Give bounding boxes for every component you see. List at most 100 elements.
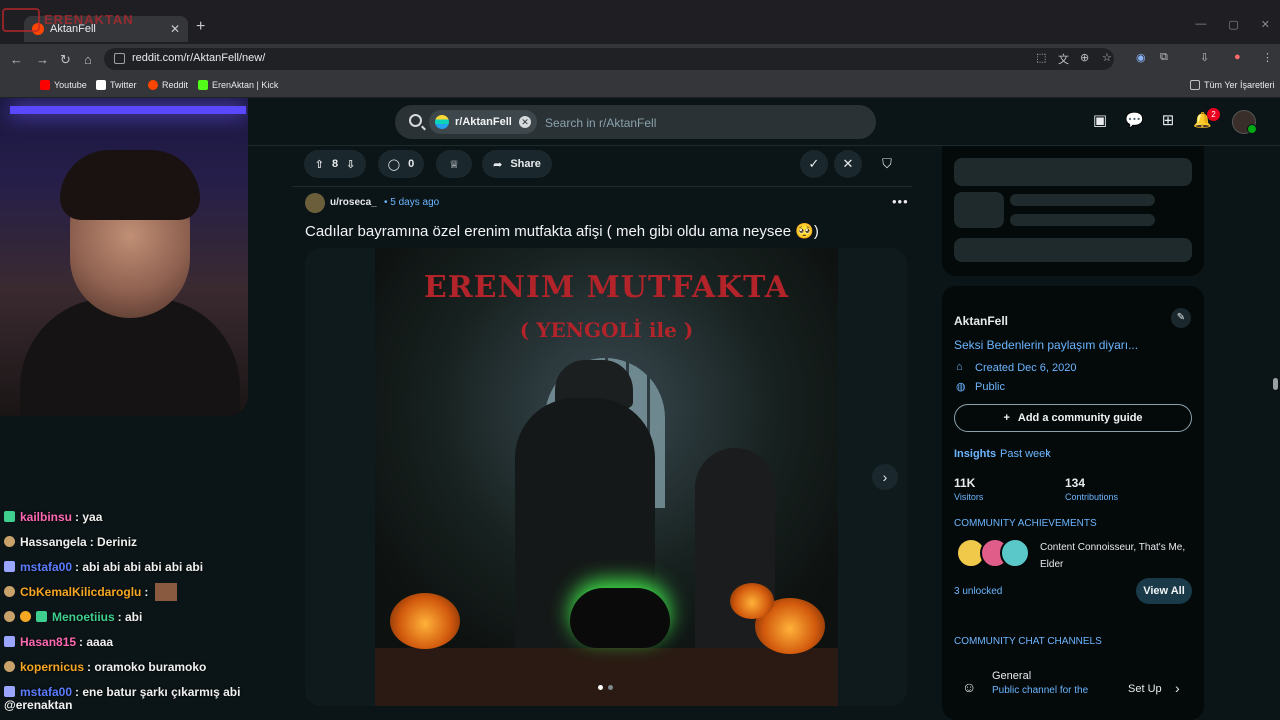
create-post-icon[interactable]: ⊞ xyxy=(1159,112,1177,130)
extensions-puzzle-icon[interactable]: ⧉ xyxy=(1160,51,1168,64)
comments-button[interactable]: ◯ 0 xyxy=(378,150,424,178)
chat-message: : yaa xyxy=(75,509,103,524)
chat-user: mstafa00 xyxy=(20,684,73,699)
translate-icon[interactable]: 文 xyxy=(1058,51,1069,67)
back-icon[interactable]: ← xyxy=(10,52,23,67)
insights-label: Insights xyxy=(954,448,997,460)
bookmark-reddit[interactable]: Reddit xyxy=(148,80,188,90)
bookmark-label: ErenAktan | Kick xyxy=(212,80,279,90)
menu-dots-icon[interactable]: ⋮ xyxy=(1262,51,1273,64)
chat-badge-icon xyxy=(4,661,15,672)
chat-channels-heading: COMMUNITY CHAT CHANNELS xyxy=(954,636,1102,647)
scrollbar[interactable] xyxy=(1270,146,1280,720)
award-button[interactable]: ♕ xyxy=(436,150,472,178)
add-community-guide-button[interactable]: + Add a community guide xyxy=(954,404,1192,432)
chat-badge-icon xyxy=(4,511,15,522)
chat-user: CbKemalKilicdaroglu xyxy=(20,584,142,599)
bookmark-label: Reddit xyxy=(162,80,189,90)
bookmark-youtube[interactable]: Youtube xyxy=(40,80,87,90)
reddit-icon xyxy=(148,80,158,90)
upvote-icon[interactable]: ⇧ xyxy=(315,158,324,171)
community-chip[interactable]: r/AktanFell ✕ xyxy=(429,110,537,134)
skeleton-bar xyxy=(954,158,1192,186)
chat-user: kailbinsu xyxy=(20,509,73,524)
search-input[interactable]: Search in r/AktanFell xyxy=(545,116,656,130)
minimize-icon[interactable]: — xyxy=(1195,18,1206,31)
post-author[interactable]: u/roseca_ xyxy=(330,197,377,208)
streamer-webcam xyxy=(0,98,248,416)
close-window-icon[interactable]: ✕ xyxy=(1261,18,1270,31)
setup-button[interactable]: Set Up xyxy=(1128,683,1162,695)
folder-icon xyxy=(1190,80,1200,90)
bookmark-label: Twitter xyxy=(110,80,137,90)
community-about-card: AktanFell ✎ Seksi Bedenlerin paylaşım di… xyxy=(942,286,1204,720)
cake-icon: ⌂ xyxy=(956,361,963,373)
stream-logo-text: ERENAKTAN xyxy=(44,12,134,27)
achievement-badge-icon[interactable] xyxy=(1000,538,1030,568)
downvote-icon[interactable]: ⇩ xyxy=(346,158,355,171)
extension-icon[interactable]: ◉ xyxy=(1136,51,1146,64)
more-options-icon[interactable]: ••• xyxy=(892,194,909,209)
next-image-button[interactable]: › xyxy=(872,464,898,490)
post-media-carousel[interactable]: ERENIM MUTFAKTA ( YENGOLİ ile ) › xyxy=(305,248,907,706)
vote-count: 8 xyxy=(331,158,339,170)
url-text: reddit.com/r/AktanFell/new/ xyxy=(132,52,266,64)
maximize-icon[interactable]: ▢ xyxy=(1228,18,1238,31)
chat-line: kailbinsu : yaa xyxy=(4,504,294,529)
chat-badge-icon xyxy=(20,611,31,622)
stream-logo-icon xyxy=(2,8,40,32)
chat-line: CbKemalKilicdaroglu : xyxy=(4,579,294,604)
clear-chip-icon[interactable]: ✕ xyxy=(519,116,531,128)
url-field[interactable]: reddit.com/r/AktanFell/new/ xyxy=(104,48,1114,70)
bookmark-star-icon[interactable]: ☆ xyxy=(1102,51,1112,64)
carousel-dots xyxy=(598,685,613,690)
bookmark-kick[interactable]: ErenAktan | Kick xyxy=(198,80,278,90)
install-icon[interactable]: ⬚ xyxy=(1036,51,1046,64)
edit-icon[interactable]: ✎ xyxy=(1171,308,1191,328)
chevron-right-icon[interactable]: › xyxy=(1175,680,1180,696)
vote-buttons: ⇧ 8 ⇩ xyxy=(304,150,366,178)
mod-shield-button[interactable]: ⛉ xyxy=(873,150,901,178)
guide-button-label: Add a community guide xyxy=(1017,412,1143,424)
site-info-icon[interactable] xyxy=(114,53,125,64)
chat-badge-icon xyxy=(4,586,15,597)
zoom-icon[interactable]: ⊕ xyxy=(1080,51,1089,64)
share-button[interactable]: ➦ Share xyxy=(482,150,552,178)
contributions-value: 134 xyxy=(1065,476,1086,490)
chat-badge-icon xyxy=(4,536,15,547)
stream-chat-overlay: kailbinsu : yaa Hassangela : Deriniz mst… xyxy=(4,504,294,704)
chat-line: Hasan815 : aaaa xyxy=(4,629,294,654)
insights-range[interactable]: Past week xyxy=(1000,448,1051,460)
profile-icon[interactable]: ● xyxy=(1234,51,1241,63)
home-icon[interactable]: ⌂ xyxy=(84,52,92,67)
approve-button[interactable]: ✓ xyxy=(800,150,828,178)
forward-icon[interactable]: → xyxy=(36,52,49,67)
new-tab-icon[interactable]: + xyxy=(196,18,205,36)
address-bar-row: ← → ↻ ⌂ reddit.com/r/AktanFell/new/ ⬚ 文 … xyxy=(0,44,1280,74)
chevron-right-icon[interactable]: › xyxy=(1046,447,1050,459)
bookmark-twitter[interactable]: Twitter xyxy=(96,80,137,90)
post-title[interactable]: Cadılar bayramına özel erenim mutfakta a… xyxy=(305,222,819,240)
chat-user: mstafa00 xyxy=(20,559,73,574)
downloads-icon[interactable]: ⇩ xyxy=(1200,51,1209,64)
chat-icon[interactable]: 💬 xyxy=(1125,112,1144,130)
view-all-button[interactable]: View All xyxy=(1136,578,1192,604)
search-bar[interactable]: r/AktanFell ✕ Search in r/AktanFell xyxy=(395,105,876,139)
webcam-light xyxy=(10,106,246,114)
pumpkin-small xyxy=(730,583,774,619)
scrollbar-thumb[interactable] xyxy=(1273,378,1278,390)
reload-icon[interactable]: ↻ xyxy=(60,52,71,68)
visitors-label: Visitors xyxy=(954,492,984,502)
author-avatar[interactable] xyxy=(305,193,325,213)
all-bookmarks-folder[interactable]: Tüm Yer İşaretleri xyxy=(1190,80,1275,90)
close-tab-icon[interactable]: ✕ xyxy=(170,22,180,36)
chat-message: : ene batur şarkı çıkarmış abi xyxy=(75,684,241,699)
streamer-handle: @erenaktan xyxy=(4,698,73,712)
user-avatar[interactable] xyxy=(1232,110,1257,134)
remove-button[interactable]: ✕ xyxy=(834,150,862,178)
visibility: Public xyxy=(975,381,1005,393)
advertise-icon[interactable]: ▣ xyxy=(1091,112,1109,130)
carousel-dot[interactable] xyxy=(608,685,613,690)
share-label: Share xyxy=(510,158,541,170)
carousel-dot-active[interactable] xyxy=(598,685,603,690)
